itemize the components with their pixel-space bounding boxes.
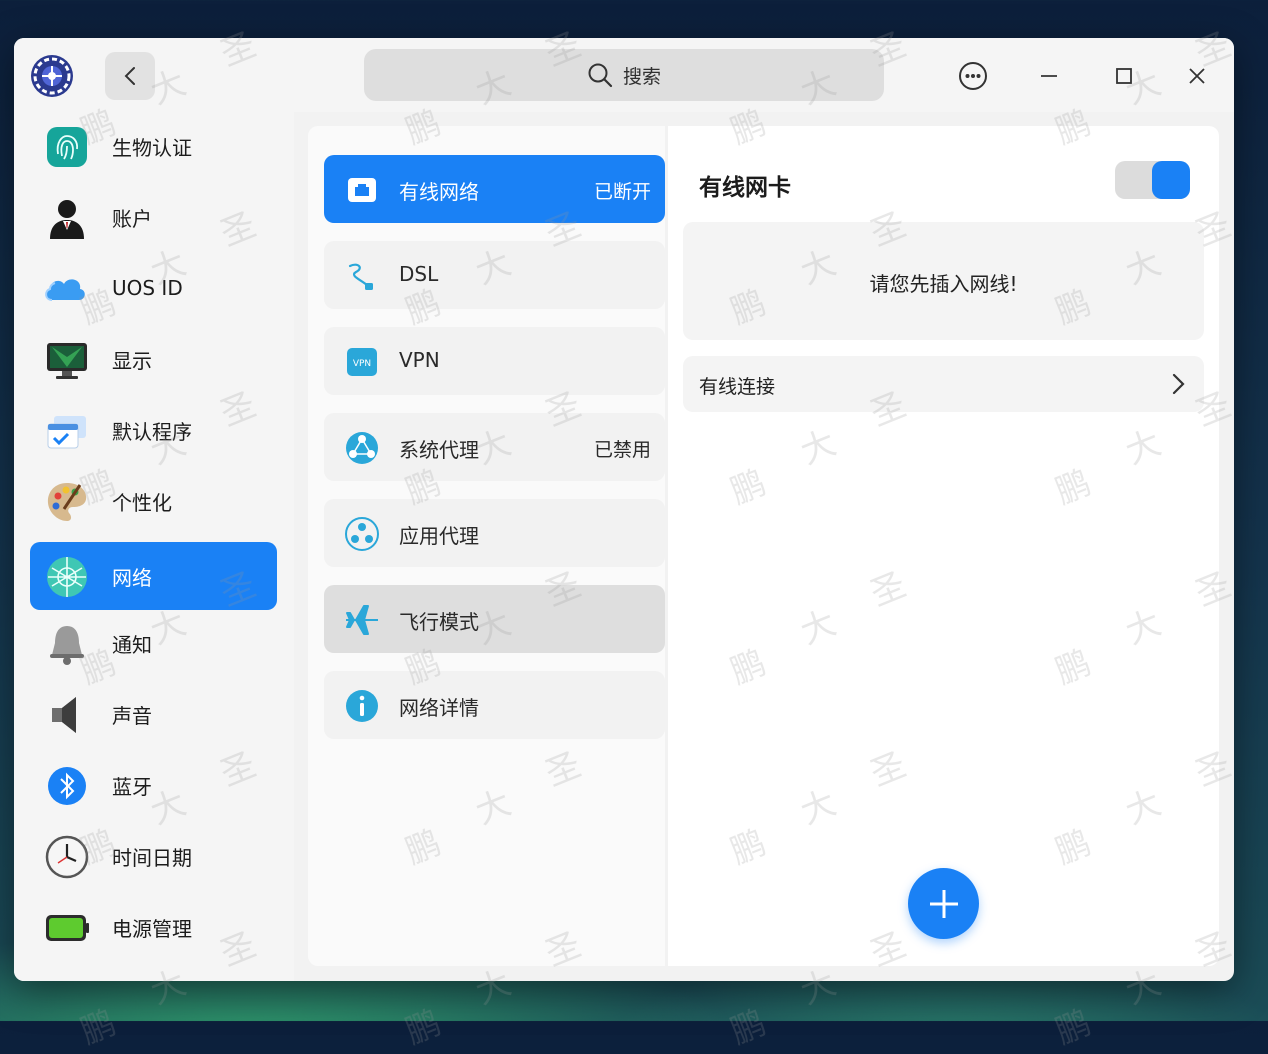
chevron-right-icon [1172,373,1185,395]
toggle-knob [1152,161,1190,199]
minimize-icon [1041,75,1057,77]
dsl-icon [348,263,373,290]
network-item-label: 网络详情 [399,696,479,720]
sidebar-item-default-apps[interactable]: 默认程序 [30,396,277,464]
palette-icon [47,483,87,521]
network-item-label: VPN [399,348,440,372]
display-icon [47,343,87,379]
network-item-label: 系统代理 [399,438,479,462]
network-item-label: 飞行模式 [399,610,479,634]
wired-detail-pane: 有线网卡 请您先插入网线! 有线连接 [668,126,1219,966]
sidebar-item-personalization[interactable]: 个性化 [30,467,277,535]
sidebar-item-label: 生物认证 [112,135,192,160]
watermark-glyph: 鹏 [75,1002,122,1053]
sidebar-item-label: 时间日期 [112,845,192,870]
sidebar-item-label: 声音 [112,703,152,728]
cloud-icon [45,279,85,301]
sidebar-item-label: 显示 [112,348,152,373]
back-button[interactable] [105,52,155,100]
sidebar-item-date-time[interactable]: 时间日期 [30,822,277,890]
page-title: 有线网卡 [699,175,791,201]
sidebar-item-label: 通知 [112,632,152,657]
sidebar-item-notifications[interactable]: 通知 [30,609,277,677]
svg-text:VPN: VPN [353,359,371,369]
search-input[interactable]: 搜索 [364,49,884,101]
network-item-app-proxy[interactable]: 应用代理 [324,499,665,567]
add-connection-button[interactable] [908,868,979,939]
watermark-glyph: 鹏 [1050,1002,1097,1053]
sidebar-item-label: UOS ID [112,276,183,300]
fingerprint-icon [47,127,87,167]
sidebar: 生物认证 账户 UOS ID 显示 默认程序 个性化 网络 通知 声音 蓝牙 时… [14,112,294,981]
app-proxy-icon [345,517,379,551]
network-item-label: 有线网络 [399,180,479,204]
sidebar-item-network[interactable]: 网络 [30,542,277,610]
close-button[interactable] [1181,60,1213,92]
network-item-status: 已禁用 [593,439,651,461]
bell-icon [50,626,84,665]
minimize-button[interactable] [1033,60,1065,92]
sidebar-item-label: 蓝牙 [112,774,152,799]
sidebar-item-power[interactable]: 电源管理 [30,893,277,961]
wired-network-icon [348,178,376,202]
cable-notice-box: 请您先插入网线! [683,222,1204,340]
watermark-glyph: 鹏 [725,1002,772,1053]
search-icon [588,63,613,88]
network-item-label: DSL [399,262,439,286]
search-placeholder: 搜索 [622,65,661,88]
wired-adapter-toggle[interactable] [1115,161,1190,199]
chevron-left-icon [124,67,135,85]
sidebar-item-biometric-auth[interactable]: 生物认证 [30,112,277,180]
cable-notice-text: 请您先插入网线! [869,272,1018,296]
sidebar-item-uos-id[interactable]: UOS ID [30,254,277,322]
clock-icon [45,835,89,879]
close-icon [1189,68,1205,84]
wired-connection-label: 有线连接 [699,376,776,398]
network-item-vpn[interactable]: VPN VPN [324,327,665,395]
sidebar-item-label: 默认程序 [112,419,192,444]
sidebar-item-sound[interactable]: 声音 [30,680,277,748]
bluetooth-icon [48,767,86,805]
airplane-icon [346,605,378,635]
default-apps-icon [47,416,86,449]
account-icon [50,200,84,239]
network-item-system-proxy[interactable]: 系统代理 已禁用 [324,413,665,481]
sidebar-item-label: 网络 [112,565,152,590]
speaker-icon [52,697,76,733]
vpn-icon: VPN [347,348,377,376]
wired-connection-row[interactable]: 有线连接 [683,356,1204,412]
network-item-label: 应用代理 [399,524,479,548]
network-item-dsl[interactable]: DSL [324,241,665,309]
maximize-icon [1116,68,1132,84]
sidebar-item-label: 电源管理 [112,916,192,941]
watermark-glyph: 鹏 [400,1002,447,1053]
main-menu-button[interactable] [957,60,989,92]
network-item-network-details[interactable]: 网络详情 [324,671,665,739]
info-icon [346,690,378,722]
sidebar-item-label: 账户 [112,206,152,231]
control-center-logo-icon [31,55,73,97]
sidebar-item-bluetooth[interactable]: 蓝牙 [30,751,277,819]
system-proxy-icon [346,432,378,464]
plus-icon [929,889,958,918]
network-item-wired[interactable]: 有线网络 已断开 [324,155,665,223]
title-bar: 搜索 [14,38,1234,112]
network-icon [47,557,87,597]
battery-icon [46,915,89,941]
network-item-status: 已断开 [593,181,651,203]
sidebar-item-label: 个性化 [112,490,172,515]
sidebar-item-display[interactable]: 显示 [30,325,277,393]
maximize-button[interactable] [1108,60,1140,92]
sidebar-item-account[interactable]: 账户 [30,183,277,251]
network-item-airplane-mode[interactable]: 飞行模式 [324,585,665,653]
more-options-icon [959,62,987,90]
network-category-list: 有线网络 已断开 DSL VPN VPN 系统代理 已禁用 应用代理 飞行模式 … [308,126,665,966]
control-center-window: 搜索 生物认证 账户 UOS ID 显示 默认程序 个性化 网络 通知 声音 蓝… [14,38,1234,981]
